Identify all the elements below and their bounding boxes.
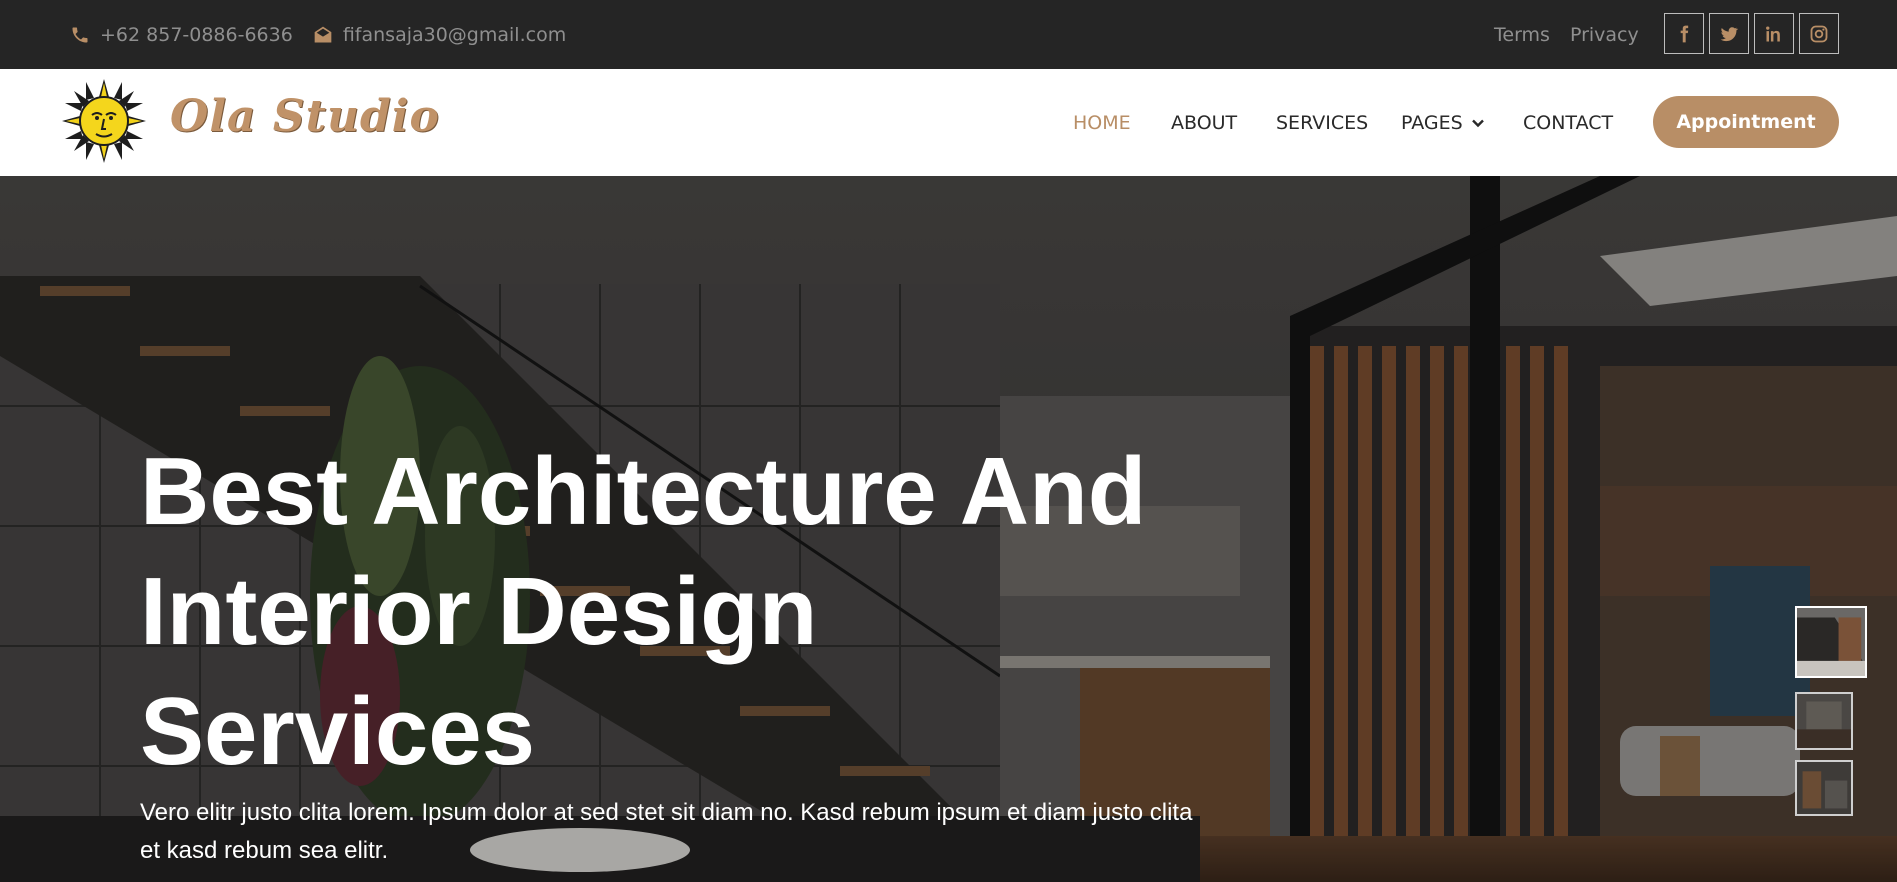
appointment-button[interactable]: Appointment [1653,96,1839,148]
hero-carousel: Best Architecture And Interior Design Se… [0,176,1897,882]
chevron-down-icon [1471,119,1484,127]
instagram-button[interactable] [1799,13,1839,54]
brand-name[interactable]: Ola Studio [170,91,440,142]
nav-pages-label: PAGES [1401,111,1463,134]
instagram-icon [1810,25,1828,42]
carousel-thumbnail-3[interactable] [1795,760,1853,816]
twitter-button[interactable] [1709,13,1749,54]
hero-title-line-2: Interior Design [140,558,818,665]
facebook-button[interactable] [1664,13,1704,54]
sun-face-logo-icon[interactable] [62,79,146,163]
hero-title-line-1: Best Architecture And [140,438,1147,545]
hero-description: Vero elitr justo clita lorem. Ipsum dolo… [140,799,1193,864]
phone-contact[interactable]: +62 857-0886-6636 [70,24,293,46]
top-bar: +62 857-0886-6636 fifansaja30@gmail.com … [0,0,1897,69]
nav-pages[interactable]: PAGES [1401,69,1485,176]
terms-link[interactable]: Terms [1494,24,1550,46]
privacy-link[interactable]: Privacy [1570,24,1639,46]
nav-services[interactable]: SERVICES [1276,69,1368,176]
facebook-icon [1680,25,1689,42]
phone-number: +62 857-0886-6636 [100,23,293,46]
main-navbar: Ola Studio HOME ABOUT SERVICES PAGES CON… [0,69,1897,176]
nav-home[interactable]: HOME [1073,69,1131,176]
hero-title: Best Architecture And Interior Design Se… [140,432,1240,792]
carousel-thumbnail-1[interactable] [1795,606,1867,678]
top-links: Terms Privacy [1494,0,1639,69]
contact-info: +62 857-0886-6636 fifansaja30@gmail.com [70,0,566,69]
email-address: fifansaja30@gmail.com [342,23,567,46]
nav-about[interactable]: ABOUT [1171,69,1237,176]
thumbnail-image [1797,694,1851,748]
twitter-icon [1720,26,1739,41]
hero-title-line-3: Services [140,678,536,785]
carousel-thumbnail-2[interactable] [1795,692,1853,750]
linkedin-icon [1766,26,1780,41]
email-contact[interactable]: fifansaja30@gmail.com [313,24,566,46]
phone-icon [72,27,88,42]
envelope-open-icon [314,26,332,42]
nav-contact[interactable]: CONTACT [1523,69,1613,176]
thumbnail-image [1797,762,1851,814]
linkedin-button[interactable] [1754,13,1794,54]
thumbnail-image [1797,608,1865,676]
